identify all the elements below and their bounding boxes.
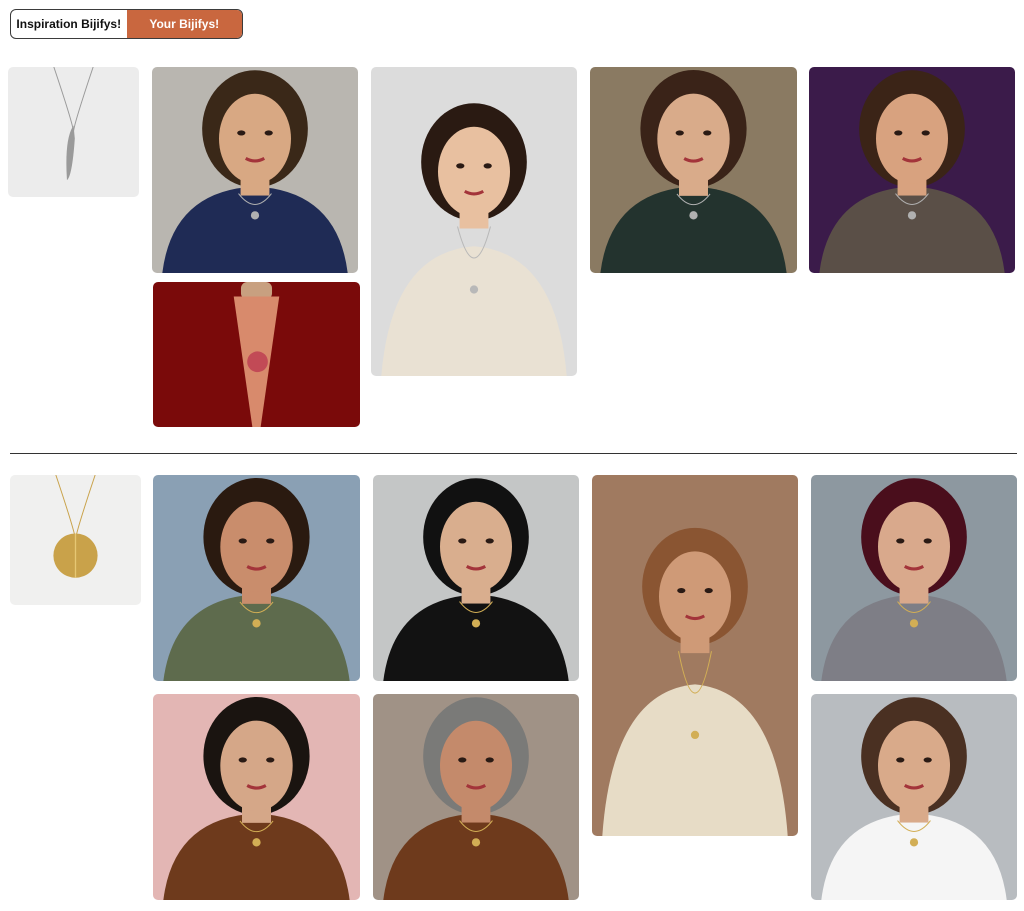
photo-image xyxy=(152,67,358,273)
photo-image xyxy=(153,475,360,681)
gallery-tabs: Inspiration Bijifys! Your Bijifys! xyxy=(10,9,243,39)
photo-image xyxy=(590,67,797,273)
red-background-closeup[interactable] xyxy=(153,282,360,427)
gold-coin-necklace-product[interactable] xyxy=(10,475,141,605)
photo-image xyxy=(371,67,577,376)
woman-rainy-window-green-top[interactable] xyxy=(590,67,797,273)
photo-image xyxy=(373,475,579,681)
photo-image xyxy=(153,694,360,900)
woman-burgundy-hair-sequin[interactable] xyxy=(811,475,1017,681)
tab-your-bijifys[interactable]: Your Bijifys! xyxy=(126,10,242,38)
photo-image xyxy=(153,282,360,427)
woman-black-offshoulder[interactable] xyxy=(373,475,579,681)
woman-purple-background-plaid[interactable] xyxy=(809,67,1015,273)
tab-inspiration-bijifys[interactable]: Inspiration Bijifys! xyxy=(11,10,127,38)
photo-image xyxy=(8,67,139,197)
photo-image xyxy=(811,694,1017,900)
woman-red-lips-cream-sweater[interactable] xyxy=(371,67,577,376)
woman-short-gray-hair-brown-shirt[interactable] xyxy=(373,694,579,900)
woman-curly-hair-olive-shirt[interactable] xyxy=(153,475,360,681)
photo-image xyxy=(809,67,1015,273)
photo-image xyxy=(373,694,579,900)
woman-pink-background-brown-shirt[interactable] xyxy=(153,694,360,900)
woman-navy-dress-wing-necklace[interactable] xyxy=(152,67,358,273)
photo-image xyxy=(811,475,1017,681)
silver-wing-necklace-product[interactable] xyxy=(8,67,139,197)
section-divider xyxy=(10,453,1017,454)
photo-image xyxy=(592,475,798,836)
photo-image xyxy=(10,475,141,605)
woman-white-top-city-rooftop[interactable] xyxy=(811,694,1017,900)
woman-crochet-top-gold-coin[interactable] xyxy=(592,475,798,836)
